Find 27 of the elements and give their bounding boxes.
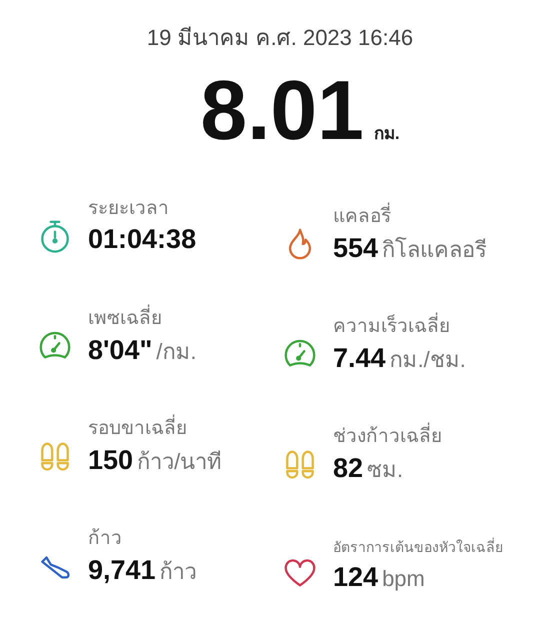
stopwatch-icon [38,219,72,253]
metric-value: 9,741 [88,555,156,586]
metric-label: รอบขาเฉลี่ย [88,416,222,442]
distance-value: 8.01 [200,62,364,159]
metric-value: 8'04" [88,335,152,366]
metric-label: เพซเฉลี่ย [88,306,197,332]
metric-unit: กม./ชม. [390,346,466,374]
metric-value: 554 [333,233,378,264]
metric-label: ระยะเวลา [88,197,170,221]
metric-unit: /กม. [156,338,197,366]
metric-value: 150 [88,445,134,476]
metric-unit: ก้าว [160,558,197,586]
metric-value: 124 [333,562,378,593]
metric-unit: ก้าว/นาที [137,448,222,476]
metric-value: 82 [333,453,364,484]
metric-unit: ซม. [367,456,404,484]
metric-value: 01:04:38 [88,224,196,255]
metric-value: 7.44 [333,343,386,374]
metric-label: ช่วงก้าวเฉลี่ย [333,424,442,450]
metric-unit: bpm [382,566,425,592]
metric-label: แคลอรี่ [333,204,488,230]
workout-date: 19 มีนาคม ค.ศ. 2023 16:46 [146,24,414,52]
metric-label: ก้าว [88,527,123,551]
metric-label: อัตราการเต้นของหัวใจเฉลี่ย [333,536,503,557]
metric-unit: กิโลแคลอรี [382,236,488,264]
distance-unit: กม. [374,123,400,145]
metric-label: ความเร็วเฉลี่ย [333,314,466,340]
